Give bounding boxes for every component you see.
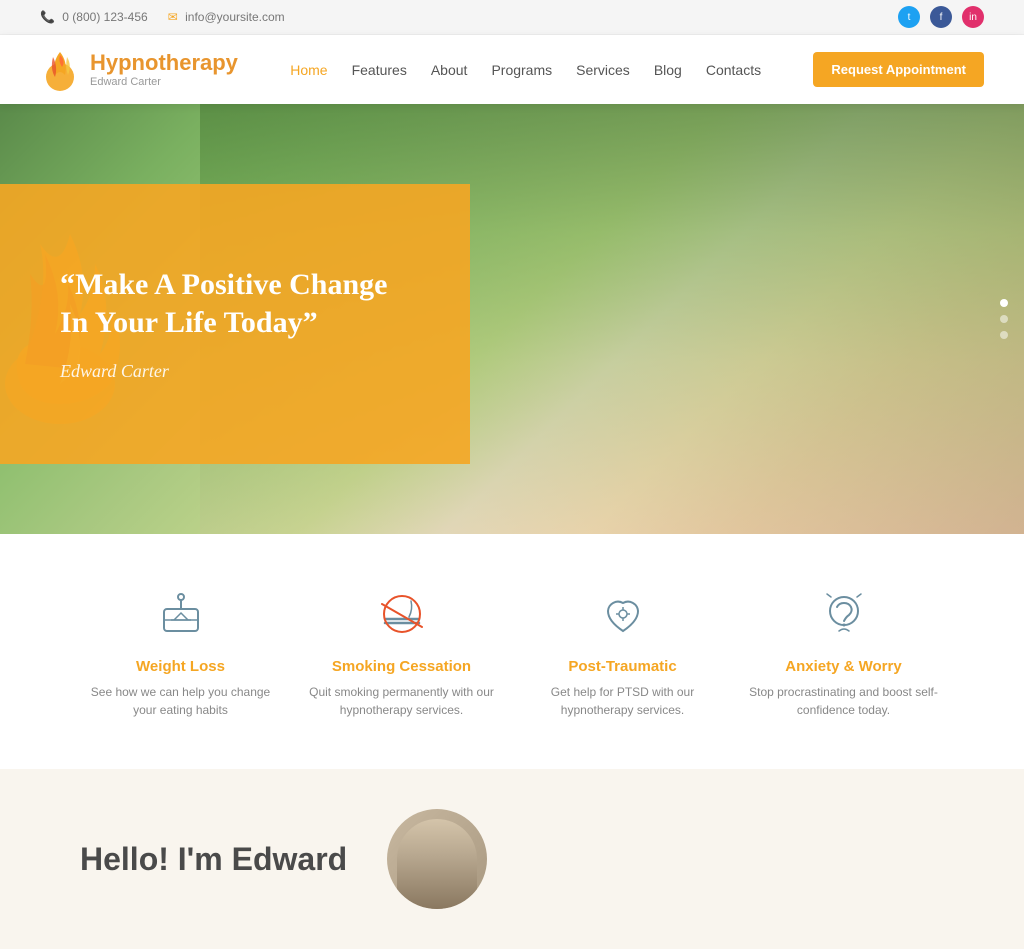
request-appointment-button[interactable]: Request Appointment [813,52,984,87]
nav-contacts[interactable]: Contacts [706,62,761,78]
ptsd-icon [598,589,648,639]
bottom-intro-section: Hello! I'm Edward [0,769,1024,949]
phone-number: 0 (800) 123-456 [62,10,147,24]
service-ptsd: Post-Traumatic Get help for PTSD with ou… [523,584,723,719]
anxiety-title: Anxiety & Worry [785,658,901,675]
phone-info: 📞 0 (800) 123-456 [40,10,148,24]
smoking-desc: Quit smoking permanently with our hypnot… [302,683,502,719]
email-address: info@yoursite.com [185,10,285,24]
logo-title: Hypnotherapy [90,51,238,75]
weight-loss-icon [156,589,206,639]
ptsd-title: Post-Traumatic [568,658,676,675]
service-weight-loss: Weight Loss See how we can help you chan… [81,584,281,719]
anxiety-icon [819,589,869,639]
nav-blog[interactable]: Blog [654,62,682,78]
email-icon: ✉ [168,10,178,24]
doctor-avatar [387,809,487,909]
anxiety-desc: Stop procrastinating and boost self-conf… [744,683,944,719]
phone-icon: 📞 [40,10,55,24]
smoking-icon [377,589,427,639]
bottom-title: Hello! I'm Edward [80,841,347,878]
ptsd-desc: Get help for PTSD with our hypnotherapy … [523,683,723,719]
smoking-icon-wrap [372,584,432,644]
hero-quote: “Make A Positive Change In Your Life Tod… [60,266,420,341]
nav-services[interactable]: Services [576,62,630,78]
hero-author: Edward Carter [60,361,420,382]
slider-dot-1[interactable] [1000,299,1008,307]
weight-loss-desc: See how we can help you change your eati… [81,683,281,719]
ptsd-icon-wrap [593,584,653,644]
avatar-image [397,819,477,909]
nav-features[interactable]: Features [352,62,407,78]
hero-card: “Make A Positive Change In Your Life Tod… [0,184,470,464]
instagram-icon[interactable]: in [962,6,984,28]
main-nav: Home Features About Programs Services Bl… [290,62,761,78]
anxiety-icon-wrap [814,584,874,644]
nav-about[interactable]: About [431,62,468,78]
hero-section: “Make A Positive Change In Your Life Tod… [0,104,1024,534]
email-info: ✉ info@yoursite.com [168,10,285,24]
social-links: t f in [898,6,984,28]
smoking-title: Smoking Cessation [332,658,471,675]
logo-icon [40,47,80,92]
facebook-icon[interactable]: f [930,6,952,28]
top-bar-contact: 📞 0 (800) 123-456 ✉ info@yoursite.com [40,10,285,24]
main-header: Hypnotherapy Edward Carter Home Features… [0,35,1024,104]
nav-home[interactable]: Home [290,62,327,78]
slider-dots [1000,299,1008,339]
service-anxiety: Anxiety & Worry Stop procrastinating and… [744,584,944,719]
slider-dot-2[interactable] [1000,315,1008,323]
weight-loss-title: Weight Loss [136,658,225,675]
top-bar: 📞 0 (800) 123-456 ✉ info@yoursite.com t … [0,0,1024,35]
slider-dot-3[interactable] [1000,331,1008,339]
nav-programs[interactable]: Programs [491,62,552,78]
logo-subtitle: Edward Carter [90,76,238,88]
weight-loss-icon-wrap [151,584,211,644]
logo-text: Hypnotherapy Edward Carter [90,51,238,87]
logo[interactable]: Hypnotherapy Edward Carter [40,47,238,92]
services-section: Weight Loss See how we can help you chan… [0,534,1024,769]
service-smoking: Smoking Cessation Quit smoking permanent… [302,584,502,719]
twitter-icon[interactable]: t [898,6,920,28]
